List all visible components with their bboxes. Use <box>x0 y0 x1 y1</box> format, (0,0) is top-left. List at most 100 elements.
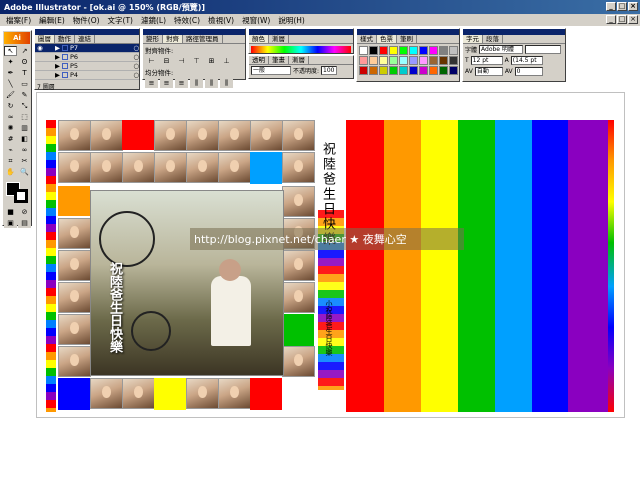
font-select[interactable]: Adobe 明體 <box>479 45 524 54</box>
layer-row[interactable]: ▶ P6 ○ <box>35 53 139 62</box>
swatch-chip[interactable] <box>409 66 418 75</box>
menu-type[interactable]: 文字(T) <box>104 15 137 26</box>
blend-tool-icon[interactable]: ∞ <box>18 145 31 155</box>
swatch-chip[interactable] <box>449 56 458 65</box>
swatch-chip[interactable] <box>359 46 368 55</box>
warp-tool-icon[interactable]: ≈ <box>4 112 17 122</box>
tab-paragraph[interactable]: 段落 <box>483 35 503 43</box>
tracking-input[interactable]: 0 <box>514 67 543 76</box>
font-size-input[interactable]: 12 pt <box>470 56 503 65</box>
tab-character[interactable]: 字元 <box>463 35 483 43</box>
blend-mode-select[interactable]: 一般 <box>251 66 291 75</box>
pencil-tool-icon[interactable]: ✎ <box>18 90 31 100</box>
doc-minimize-button[interactable]: _ <box>606 15 616 24</box>
type-tool-icon[interactable]: T <box>18 68 31 78</box>
fullscreen-mode-icon[interactable]: ▤ <box>18 218 31 228</box>
zoom-tool-icon[interactable]: 🔍 <box>18 167 31 177</box>
tab-gradient2[interactable]: 漸層 <box>289 56 309 64</box>
swatch-chip[interactable] <box>379 66 388 75</box>
scale-tool-icon[interactable]: ⤡ <box>18 101 31 111</box>
swatch-chip[interactable] <box>449 46 458 55</box>
align-bottom-icon[interactable]: ⊥ <box>220 56 233 66</box>
swatch-chip[interactable] <box>369 66 378 75</box>
swatch-chip[interactable] <box>419 56 428 65</box>
stroke-swatch[interactable] <box>14 189 28 203</box>
eye-icon[interactable]: ◉ <box>35 44 45 52</box>
swatch-chip[interactable] <box>399 46 408 55</box>
paintbrush-tool-icon[interactable]: 🖌 <box>4 90 17 100</box>
target-icon[interactable]: ○ <box>133 62 139 70</box>
distribute-bottom-icon[interactable]: ≡ <box>175 78 188 88</box>
minimize-button[interactable]: _ <box>606 2 616 11</box>
eyedropper-tool-icon[interactable]: ⌁ <box>4 145 17 155</box>
scissors-tool-icon[interactable]: ✂ <box>18 156 31 166</box>
swatch-chip[interactable] <box>369 46 378 55</box>
expand-arrow-icon[interactable]: ▶ <box>55 44 60 52</box>
swatch-chip[interactable] <box>399 56 408 65</box>
swatch-chip[interactable] <box>369 56 378 65</box>
swatch-chip[interactable] <box>419 66 428 75</box>
distribute-right-icon[interactable]: ⫼ <box>220 78 233 88</box>
distribute-center-icon[interactable]: ⫼ <box>205 78 218 88</box>
tab-stroke[interactable]: 筆畫 <box>269 56 289 64</box>
tab-layers[interactable]: 圖層 <box>35 35 55 43</box>
opacity-input[interactable]: 100 <box>321 66 338 75</box>
align-right-icon[interactable]: ⊣ <box>175 56 188 66</box>
tab-styles[interactable]: 樣式 <box>357 35 377 43</box>
kerning-input[interactable]: 自動 <box>474 67 503 76</box>
rectangle-tool-icon[interactable]: ▭ <box>18 79 31 89</box>
expand-arrow-icon[interactable]: ▶ <box>55 62 60 70</box>
doc-close-button[interactable]: × <box>628 15 638 24</box>
align-left-icon[interactable]: ⊢ <box>145 56 158 66</box>
tab-brushes[interactable]: 筆刷 <box>397 35 417 43</box>
font-style-select[interactable] <box>525 45 562 54</box>
swatch-chip[interactable] <box>429 56 438 65</box>
swatch-chip[interactable] <box>449 66 458 75</box>
expand-arrow-icon[interactable]: ▶ <box>55 71 60 79</box>
magic-wand-tool-icon[interactable]: ✦ <box>4 57 17 67</box>
swatch-chip[interactable] <box>359 56 368 65</box>
menu-file[interactable]: 檔案(F) <box>2 15 35 26</box>
pen-tool-icon[interactable]: ✒ <box>4 68 17 78</box>
graph-tool-icon[interactable]: ▥ <box>18 123 31 133</box>
close-button[interactable]: × <box>628 2 638 11</box>
layer-row[interactable]: ▶ P4 ○ <box>35 71 139 80</box>
menu-window[interactable]: 視窗(W) <box>238 15 274 26</box>
mesh-tool-icon[interactable]: # <box>4 134 17 144</box>
distribute-left-icon[interactable]: ⫼ <box>190 78 203 88</box>
swatch-chip[interactable] <box>379 46 388 55</box>
swatch-chip[interactable] <box>359 66 368 75</box>
direct-selection-tool-icon[interactable]: ↗ <box>18 46 31 56</box>
artboard[interactable]: 祝陸爸生日快樂 小祝陸爸生日快樂 祝陸爸生日快樂 <box>46 120 614 412</box>
swatch-chip[interactable] <box>409 56 418 65</box>
swatch-chip[interactable] <box>419 46 428 55</box>
swatch-chip[interactable] <box>439 66 448 75</box>
tab-transform[interactable]: 變形 <box>143 35 163 43</box>
distribute-top-icon[interactable]: ≡ <box>145 78 158 88</box>
distribute-middle-icon[interactable]: ≡ <box>160 78 173 88</box>
swatch-chip[interactable] <box>389 66 398 75</box>
target-icon[interactable]: ○ <box>133 44 139 52</box>
align-middle-icon[interactable]: ⊞ <box>205 56 218 66</box>
layer-row[interactable]: ◉ ▶ P7 ○ <box>35 44 139 53</box>
swatch-chip[interactable] <box>409 46 418 55</box>
none-mode-icon[interactable]: ⊘ <box>18 207 31 217</box>
swatch-chip[interactable] <box>389 56 398 65</box>
swatch-chip[interactable] <box>429 66 438 75</box>
color-mode-icon[interactable]: ■ <box>4 207 17 217</box>
selection-tool-icon[interactable]: ↖ <box>4 46 17 56</box>
swatch-chip[interactable] <box>379 56 388 65</box>
symbol-sprayer-tool-icon[interactable]: ✺ <box>4 123 17 133</box>
align-top-icon[interactable]: ⊤ <box>190 56 203 66</box>
align-center-icon[interactable]: ⊟ <box>160 56 173 66</box>
swatch-chip[interactable] <box>389 46 398 55</box>
slice-tool-icon[interactable]: ⌗ <box>4 156 17 166</box>
screen-mode-icon[interactable]: ▣ <box>4 218 17 228</box>
tab-swatches[interactable]: 色票 <box>377 35 397 43</box>
tab-color[interactable]: 顏色 <box>249 35 269 43</box>
maximize-button[interactable]: □ <box>617 2 627 11</box>
menu-filter[interactable]: 濾鏡(L) <box>137 15 170 26</box>
tab-transparency[interactable]: 透明 <box>249 56 269 64</box>
gradient-tool-icon[interactable]: ◧ <box>18 134 31 144</box>
tab-gradient[interactable]: 漸層 <box>269 35 289 43</box>
